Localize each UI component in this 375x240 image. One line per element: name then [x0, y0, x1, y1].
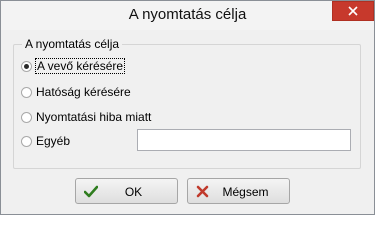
close-button[interactable]: [332, 1, 374, 21]
ok-button[interactable]: OK: [75, 178, 178, 204]
window-title: A nyomtatás célja: [128, 6, 247, 23]
radio-label: Nyomtatási hiba miatt: [36, 110, 152, 124]
radio-option-customer-request[interactable]: A vevő kérésére: [21, 58, 126, 74]
cancel-button-label: Mégsem: [222, 185, 269, 199]
print-purpose-dialog: A nyomtatás célja A nyomtatás célja A ve…: [0, 0, 375, 215]
close-icon: [348, 6, 358, 16]
dialog-body: A nyomtatás célja A vevő kérésére Hatósá…: [1, 30, 374, 214]
other-reason-input[interactable]: [137, 129, 351, 151]
ok-button-label: OK: [124, 185, 143, 199]
radio-label: A vevő kérésére: [34, 58, 126, 74]
radio-button[interactable]: [21, 135, 32, 147]
radio-button[interactable]: [21, 60, 32, 72]
radio-label: Egyéb: [36, 134, 71, 148]
radio-button[interactable]: [21, 86, 32, 98]
radio-button[interactable]: [21, 111, 32, 123]
print-purpose-group: A nyomtatás célja A vevő kérésére Hatósá…: [13, 37, 361, 169]
group-title: A nyomtatás célja: [22, 37, 123, 51]
title-bar: A nyomtatás célja: [1, 1, 374, 30]
radio-option-other[interactable]: Egyéb: [21, 133, 70, 149]
radio-label: Hatóság kérésére: [36, 85, 131, 99]
radio-option-print-error[interactable]: Nyomtatási hiba miatt: [21, 109, 151, 125]
button-bar: OK Mégsem: [1, 175, 374, 214]
cancel-button[interactable]: Mégsem: [187, 178, 290, 204]
radio-option-authority-request[interactable]: Hatóság kérésére: [21, 84, 131, 100]
